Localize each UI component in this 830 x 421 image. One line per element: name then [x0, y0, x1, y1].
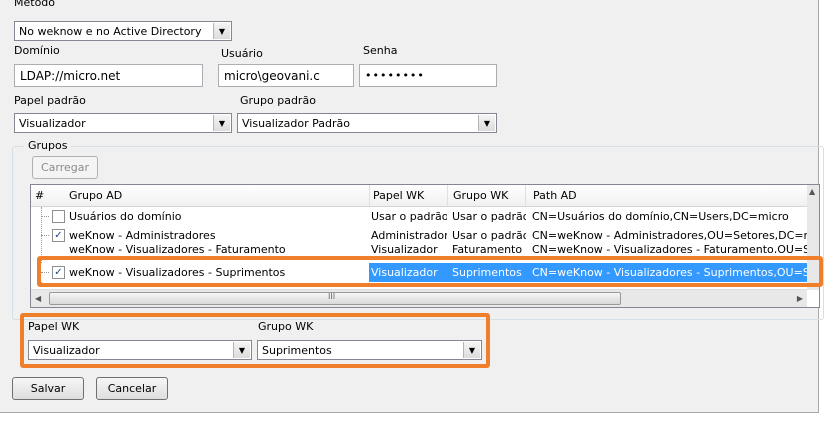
usuario-label: Usuário — [221, 47, 263, 60]
cell-grupo-ad: Usuários do domínio — [69, 210, 182, 223]
grid-header: # Grupo AD Papel WK Grupo WK Path AD — [31, 185, 807, 207]
col-num[interactable]: # — [35, 189, 44, 202]
cell-grupo-ad: weKnow - Visualizadores - Faturamento — [69, 243, 286, 253]
dominio-label: Domínio — [14, 44, 60, 57]
cell-grupo-wk: Faturamento — [452, 243, 523, 253]
metodo-value: No weknow e no Active Directory — [19, 25, 202, 38]
scroll-up-icon[interactable]: ▲ — [809, 187, 815, 196]
senha-field[interactable]: •••••••• — [359, 64, 497, 87]
papel-padrao-value: Visualizador — [19, 117, 86, 130]
cell-grupo-wk: Usar o padrão — [452, 210, 526, 223]
usuario-field[interactable]: micro\geovani.c — [218, 64, 354, 87]
senha-value: •••••••• — [365, 69, 425, 82]
senha-label: Senha — [363, 44, 398, 57]
papel-padrao-label: Papel padrão — [14, 94, 86, 107]
scroll-thumb[interactable]: III — [49, 292, 621, 305]
dominio-field[interactable]: LDAP://micro.net — [14, 64, 203, 87]
grupos-label: Grupos — [24, 139, 72, 152]
cell-path-ad: CN=Usuários do domínio,CN=Users,DC=micro — [532, 210, 789, 223]
highlight-editor — [20, 313, 490, 368]
cell-papel-wk: Usar o padrão — [371, 210, 447, 223]
dialog-frame: Metodo No weknow e no Active Directory ▼… — [0, 0, 824, 413]
cancelar-button[interactable]: Cancelar — [96, 377, 168, 400]
scroll-left-icon[interactable]: ◀ — [35, 294, 41, 303]
metodo-select[interactable]: No weknow e no Active Directory ▼ — [14, 21, 232, 41]
chevron-down-icon[interactable]: ▼ — [478, 115, 495, 131]
cell-path-ad: CN=weKnow - Visualizadores - Faturamento… — [532, 243, 807, 253]
salvar-button[interactable]: Salvar — [12, 377, 84, 400]
table-row[interactable]: Usuários do domínio Usar o padrão Usar o… — [31, 207, 807, 226]
carregar-button[interactable]: Carregar — [32, 156, 98, 179]
dominio-value: LDAP://micro.net — [20, 69, 121, 83]
usuario-value: micro\geovani.c — [224, 69, 320, 83]
horizontal-scrollbar[interactable]: ◀ III ▶ — [31, 289, 807, 307]
grupo-padrao-label: Grupo padrão — [240, 94, 316, 107]
grupo-padrao-select[interactable]: Visualizador Padrão ▼ — [237, 113, 497, 133]
chevron-down-icon[interactable]: ▼ — [213, 23, 230, 39]
papel-padrao-select[interactable]: Visualizador ▼ — [14, 113, 232, 133]
cell-papel-wk: Visualizador — [371, 243, 438, 253]
table-row[interactable]: weKnow - Visualizadores - Faturamento Vi… — [31, 241, 807, 253]
scroll-grip: III — [328, 292, 336, 301]
metodo-label: Metodo — [14, 0, 56, 9]
scroll-right-icon[interactable]: ▶ — [797, 294, 803, 303]
col-papel-wk[interactable]: Papel WK — [373, 189, 424, 202]
chevron-down-icon[interactable]: ▼ — [213, 115, 230, 131]
grupos-grid: # Grupo AD Papel WK Grupo WK Path AD Usu… — [30, 184, 820, 308]
col-grupo-ad[interactable]: Grupo AD — [69, 189, 122, 202]
highlight-selected-row — [37, 256, 823, 287]
col-path-ad[interactable]: Path AD — [533, 189, 577, 202]
grupo-padrao-value: Visualizador Padrão — [242, 117, 350, 130]
col-grupo-wk[interactable]: Grupo WK — [453, 189, 508, 202]
row-checkbox[interactable] — [52, 210, 65, 223]
